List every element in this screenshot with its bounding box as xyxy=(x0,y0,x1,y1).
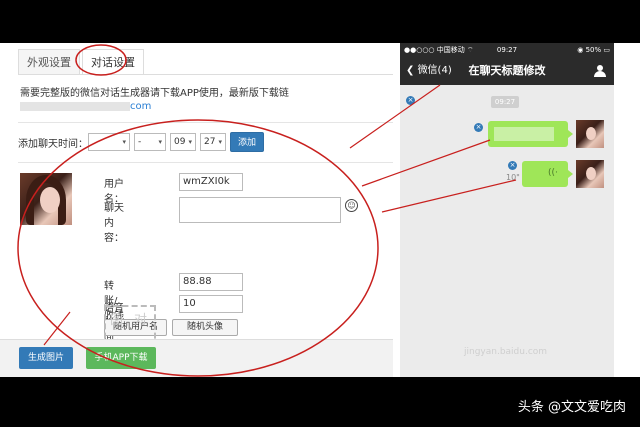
sender-avatar xyxy=(576,160,604,188)
delete-voice-icon[interactable]: × xyxy=(508,161,517,170)
tab-bar: 外观设置 对话设置 xyxy=(18,49,146,75)
content-textarea[interactable] xyxy=(179,197,341,223)
random-avatar-button[interactable]: 随机头像 xyxy=(172,319,238,336)
link-suffix[interactable]: com xyxy=(130,101,151,112)
add-time-row: 添加聊天时间： ▾ - ▾ 09 ▾ 27 ▾ 添加 xyxy=(18,132,265,152)
day-select[interactable]: - ▾ xyxy=(134,133,166,151)
bubble-tail xyxy=(568,170,573,178)
delete-message-icon[interactable]: × xyxy=(474,123,483,132)
chevron-down-icon: ▾ xyxy=(218,138,222,146)
add-time-button[interactable]: 添加 xyxy=(230,132,265,152)
notice-line-2[interactable]: com xyxy=(20,100,380,113)
voice-duration-input[interactable]: 10 xyxy=(179,295,243,313)
settings-panel: 外观设置 对话设置 需要完整版的微信对话生成器请下载APP使用，最新版下载链 c… xyxy=(0,43,393,377)
delete-time-icon[interactable]: × xyxy=(406,96,415,105)
blurred-message-text xyxy=(494,127,554,141)
phone-status-bar: ●●○○○ 中国移动 ⌔ 09:27 ◉ 50% ▭ xyxy=(400,43,614,57)
tab-dialog[interactable]: 对话设置 xyxy=(82,49,144,75)
tab-appearance[interactable]: 外观设置 xyxy=(18,49,80,75)
screenshot-frame: 外观设置 对话设置 需要完整版的微信对话生成器请下载APP使用，最新版下载链 c… xyxy=(0,0,640,427)
divider xyxy=(18,162,393,163)
blurred-link xyxy=(20,101,130,111)
panel-gap xyxy=(393,43,400,377)
avatar[interactable] xyxy=(20,173,72,225)
chat-title[interactable]: 在聊天标题修改 xyxy=(400,57,614,85)
chevron-down-icon: ▾ xyxy=(122,138,126,146)
voice-wave-icon: ((· xyxy=(548,168,558,178)
smiley-icon[interactable]: ☺ xyxy=(345,199,358,212)
voice-message-bubble[interactable]: ((· xyxy=(522,161,568,187)
qr-glyph: 对 xyxy=(134,313,148,328)
battery-text: ◉ 50% ▭ xyxy=(577,46,610,54)
chevron-down-icon: ▾ xyxy=(188,138,192,146)
content-label: 聊天内容： xyxy=(104,203,124,244)
divider xyxy=(18,122,393,123)
generate-image-button[interactable]: 生成图片 xyxy=(19,347,73,369)
app-window: 外观设置 对话设置 需要完整版的微信对话生成器请下载APP使用，最新版下载链 c… xyxy=(0,43,640,377)
watermark-credit: 头条 @文文爱吃肉 xyxy=(517,400,626,415)
watermark: jingyan.baidu.com xyxy=(464,347,548,357)
sender-avatar xyxy=(576,120,604,148)
voice-seconds: 10" xyxy=(506,173,520,182)
date-select[interactable]: ▾ xyxy=(88,133,130,151)
minute-select[interactable]: 27 ▾ xyxy=(200,133,226,151)
username-input[interactable]: wmZXI0k xyxy=(179,173,243,191)
bubble-tail xyxy=(568,130,573,138)
chevron-down-icon: ▾ xyxy=(158,138,162,146)
amount-input[interactable]: 88.88 xyxy=(179,273,243,291)
avatar-face xyxy=(40,187,60,213)
window-edge xyxy=(614,43,640,377)
text-message-bubble[interactable] xyxy=(488,121,568,147)
add-time-label: 添加聊天时间： xyxy=(18,138,88,150)
qr-glyph: 图 xyxy=(110,313,124,328)
chat-nav-bar: ❮ 微信(4) 在聊天标题修改 xyxy=(400,57,614,85)
hour-select[interactable]: 09 ▾ xyxy=(170,133,196,151)
chat-timestamp: 09:27 xyxy=(491,96,519,108)
download-notice: 需要完整版的微信对话生成器请下载APP使用，最新版下载链 com xyxy=(20,87,380,113)
app-download-button[interactable]: 手机APP下载 xyxy=(86,347,156,369)
notice-line-1: 需要完整版的微信对话生成器请下载APP使用，最新版下载链 xyxy=(20,88,289,99)
tab-divider xyxy=(18,74,393,75)
phone-preview: ●●○○○ 中国移动 ⌔ 09:27 ◉ 50% ▭ ❮ 微信(4) 在聊天标题… xyxy=(400,43,614,377)
user-icon[interactable] xyxy=(594,65,606,77)
